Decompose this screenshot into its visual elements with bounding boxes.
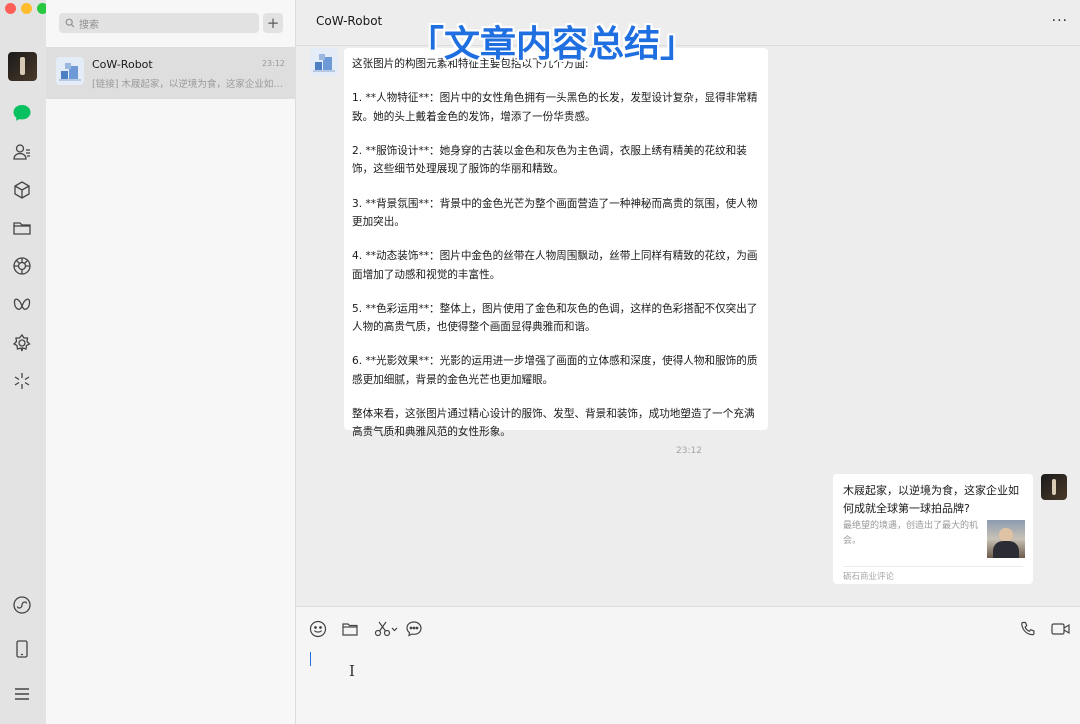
search-input[interactable]: 搜索 — [59, 13, 259, 33]
chat-time: 23:12 — [261, 59, 285, 68]
message-composer: I — [296, 606, 1080, 724]
conversation-panel: CoW-Robot ··· 这张图片的构图元素和特征主要包括以下几个方面: 1.… — [296, 0, 1080, 724]
profile-avatar[interactable] — [8, 52, 37, 81]
robot-avatar — [310, 48, 338, 76]
emoji-icon[interactable] — [308, 620, 328, 638]
message-paragraph: 2. **服饰设计**：她身穿的古装以金色和灰色为主色调，衣服上绣有精美的花纹和… — [352, 144, 747, 176]
phone-device-icon[interactable] — [11, 638, 33, 660]
files-icon[interactable] — [11, 217, 33, 239]
message-paragraph: 5. **色彩运用**：整体上，图片使用了金色和灰色的色调，这样的色彩搭配不仅突… — [352, 302, 758, 334]
conversation-title: CoW-Robot — [316, 14, 383, 28]
chat-list-panel: 搜索 + CoW-Robot 23:12 [链接] 木屐起家，以逆境为食，这家企… — [46, 0, 296, 724]
link-title: 木屐起家，以逆境为食，这家企业如何成就全球第一球拍品牌? — [843, 484, 1019, 515]
navigation-rail — [0, 0, 48, 724]
message-paragraph: 整体来看，这张图片通过精心设计的服饰、发型、背景和装饰，成功地塑造了一个充满高贵… — [352, 408, 755, 439]
chat-preview: [链接] 木屐起家，以逆境为食，这家企业如何成就全球第一球拍品牌? — [92, 79, 288, 90]
channels-icon[interactable] — [11, 294, 33, 316]
chat-history-icon[interactable] — [404, 620, 424, 638]
video-call-icon[interactable] — [1050, 620, 1072, 638]
ibeam-pointer-icon: I — [349, 662, 355, 680]
moments-icon[interactable] — [11, 255, 33, 277]
message-paragraph: 1. **人物特征**：图片中的女性角色拥有一头黑色的长发，发型设计复杂，显得非… — [352, 92, 758, 123]
search-discover-icon[interactable] — [11, 370, 33, 392]
menu-icon[interactable] — [11, 683, 33, 705]
close-window-button[interactable] — [5, 3, 16, 14]
message-paragraph: 3. **背景氛围**：背景中的金色光芒为整个画面营造了一种神秘而高贵的氛围，使… — [352, 197, 758, 228]
robot-avatar — [56, 57, 84, 85]
search-placeholder: 搜索 — [79, 19, 99, 31]
text-cursor — [310, 652, 311, 666]
folder-icon[interactable] — [340, 620, 360, 638]
wechat-window: 搜索 + CoW-Robot 23:12 [链接] 木屐起家，以逆境为食，这家企… — [0, 0, 1080, 724]
contacts-icon[interactable] — [11, 141, 33, 163]
chat-list-item[interactable]: CoW-Robot 23:12 [链接] 木屐起家，以逆境为食，这家企业如何成就… — [46, 47, 296, 99]
chat-name: CoW-Robot — [92, 58, 153, 71]
message-paragraph: 6. **光影效果**：光影的运用进一步增强了画面的立体感和深度，使得人物和服饰… — [352, 355, 758, 386]
chats-icon[interactable] — [11, 102, 33, 124]
scissors-icon[interactable] — [374, 620, 400, 638]
message-timestamp: 23:12 — [676, 446, 702, 456]
message-paragraph: 4. **动态装饰**：图片中金色的丝带在人物周围飘动，丝带上同样有精致的花纹，… — [352, 250, 758, 281]
mini-programs-icon[interactable] — [11, 332, 33, 354]
add-button[interactable]: + — [263, 13, 283, 33]
overlay-caption: 「文章内容总结」 — [408, 24, 697, 65]
minimize-window-button[interactable] — [21, 3, 32, 14]
voice-call-icon[interactable] — [1018, 620, 1038, 638]
link-divider — [843, 566, 1023, 567]
window-controls — [5, 3, 48, 14]
search-icon — [65, 18, 75, 28]
bot-message-bubble: 这张图片的构图元素和特征主要包括以下几个方面: 1. **人物特征**：图片中的… — [344, 48, 768, 438]
more-options-icon[interactable]: ··· — [1052, 13, 1068, 29]
link-source: 砺石商业评论 — [843, 572, 895, 582]
link-thumbnail — [987, 520, 1025, 558]
user-avatar[interactable] — [1041, 474, 1067, 500]
mini-program-panel-icon[interactable] — [11, 594, 33, 616]
shared-link-card[interactable]: 木屐起家，以逆境为食，这家企业如何成就全球第一球拍品牌? 最绝望的境遇，创造出了… — [833, 474, 1033, 584]
link-description: 最绝望的境遇，创造出了最大的机会。 — [843, 521, 979, 546]
favorites-icon[interactable] — [11, 179, 33, 201]
